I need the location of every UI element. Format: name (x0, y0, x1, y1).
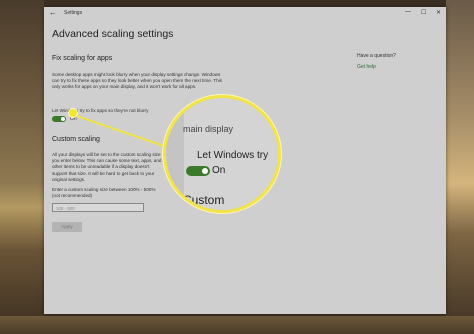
page-title: Advanced scaling settings (52, 28, 174, 40)
fix-apps-toggle[interactable] (52, 116, 66, 122)
magnified-toggle-label: Let Windows try (197, 150, 269, 161)
custom-scaling-input-label: Enter a custom scaling size between 100%… (52, 187, 156, 198)
magnified-toggle (186, 166, 210, 176)
close-icon[interactable]: ✕ (436, 9, 441, 16)
desktop-background-right (446, 0, 474, 334)
custom-scaling-heading: Custom scaling (52, 136, 100, 143)
desktop-background-bottom (0, 316, 474, 334)
app-title: Settings (64, 10, 83, 16)
fix-scaling-heading: Fix scaling for apps (52, 55, 113, 62)
magnified-main-display-text: main display (183, 124, 234, 134)
title-bar: ← Settings — ☐ ✕ (44, 7, 446, 20)
back-arrow-icon[interactable]: ← (49, 8, 57, 17)
help-question: Have a question? (357, 53, 396, 59)
callout-dot (68, 108, 78, 118)
magnifier-edge (166, 98, 184, 210)
desktop-background-left (0, 0, 44, 334)
custom-scaling-description: All your displays will be set to the cus… (52, 152, 162, 182)
get-help-link[interactable]: Get help (357, 64, 376, 70)
custom-scaling-input[interactable]: 100 - 500 (52, 203, 144, 212)
minimize-icon[interactable]: — (405, 9, 411, 15)
maximize-icon[interactable]: ☐ (421, 9, 426, 16)
magnified-toggle-state: On (212, 165, 226, 176)
magnified-custom-heading: Custom (183, 193, 225, 207)
apply-button[interactable]: Apply (52, 222, 82, 232)
fix-scaling-description: Some desktop apps might look blurry when… (52, 72, 222, 90)
magnifier-callout: main display Let Windows try On Custom (163, 95, 281, 213)
fix-apps-toggle-label: Let Windows try to fix apps so they're n… (52, 108, 149, 113)
